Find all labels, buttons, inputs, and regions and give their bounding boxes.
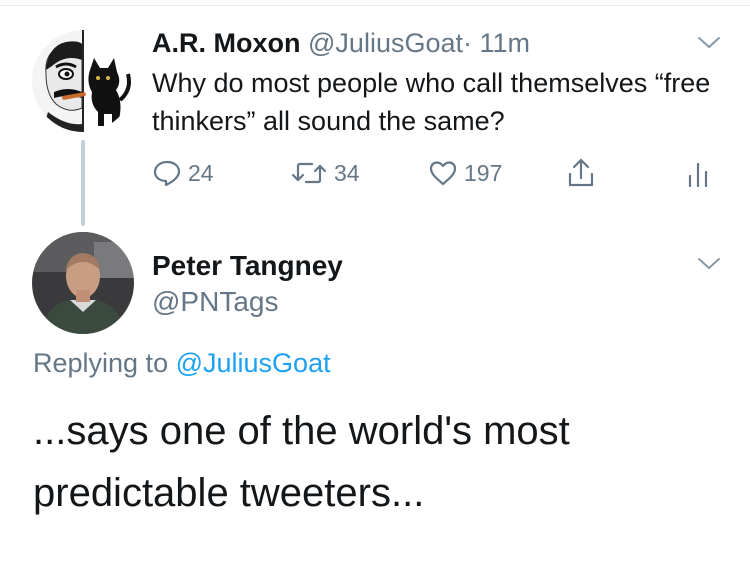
top-divider bbox=[0, 5, 750, 6]
share-button[interactable] bbox=[566, 156, 596, 190]
parent-header: A.R. Moxon @JuliusGoat· 11m bbox=[152, 28, 530, 59]
retweet-count: 34 bbox=[334, 159, 360, 186]
replying-to-link[interactable]: @JuliusGoat bbox=[176, 348, 331, 378]
man-portrait-avatar-icon bbox=[32, 232, 134, 334]
retweet-button[interactable]: 34 bbox=[290, 158, 360, 188]
reply-handle[interactable]: @PNTags bbox=[152, 286, 278, 318]
share-icon bbox=[568, 158, 594, 187]
reply-count: 24 bbox=[188, 159, 214, 186]
parent-avatar[interactable] bbox=[32, 30, 134, 132]
stats-button[interactable] bbox=[686, 162, 710, 188]
parent-tweet-text: Why do most people who call themselves “… bbox=[152, 68, 711, 136]
retweet-icon bbox=[291, 162, 327, 184]
time-separator: · bbox=[463, 28, 472, 58]
stats-icon bbox=[688, 162, 708, 188]
parent-display-name[interactable]: A.R. Moxon bbox=[152, 28, 301, 58]
reply-tweet-text: ...says one of the world's most predicta… bbox=[33, 409, 570, 515]
like-count: 197 bbox=[464, 159, 503, 186]
like-button[interactable]: 197 bbox=[428, 158, 502, 188]
reply-avatar[interactable] bbox=[32, 232, 134, 334]
parent-handle[interactable]: @JuliusGoat bbox=[308, 28, 463, 58]
parent-timestamp[interactable]: 11m bbox=[480, 28, 531, 58]
like-icon bbox=[429, 161, 457, 186]
reply-display-name[interactable]: Peter Tangney bbox=[152, 250, 343, 282]
chevron-down-icon[interactable] bbox=[696, 256, 722, 272]
reply-button[interactable]: 24 bbox=[152, 158, 214, 188]
replying-to-label: Replying to bbox=[33, 348, 169, 378]
chevron-down-icon[interactable] bbox=[696, 35, 722, 51]
replying-to-line: Replying to @JuliusGoat bbox=[33, 348, 331, 379]
man-with-cat-avatar-icon bbox=[32, 30, 134, 132]
parent-action-bar: 24 34 197 bbox=[0, 156, 750, 192]
reply-icon bbox=[153, 160, 181, 187]
